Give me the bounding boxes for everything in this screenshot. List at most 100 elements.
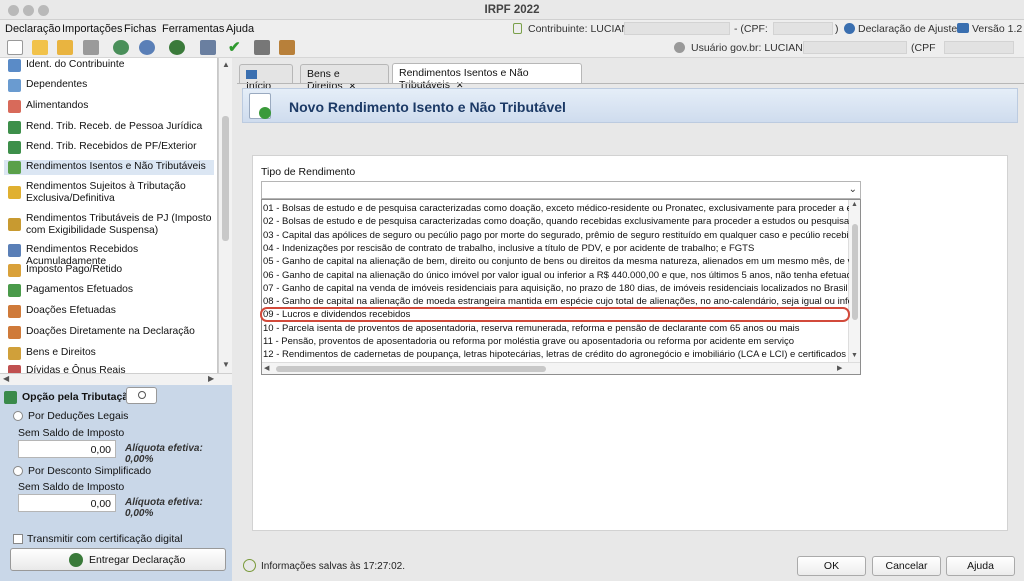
new-file-icon[interactable] [7,40,23,55]
tab-inicio[interactable]: Início [239,64,293,92]
scroll-down-arrow-icon[interactable]: ▼ [851,352,858,359]
sidebar-item[interactable]: Rendimentos Tributáveis de PJ (Imposto co… [4,212,214,238]
scroll-right-arrow-icon[interactable]: ▶ [837,364,842,372]
sidebar-item-label: Rendimentos Isentos e Não Tributáveis [26,161,206,172]
tipo-rendimento-label: Tipo de Rendimento [261,166,356,178]
tab-rendimentos-isentos[interactable]: Rendimentos Isentos e Não Tributáveis ✕ [392,63,582,91]
sidebar-item[interactable]: Ident. do Contribuinte [4,58,214,73]
declaration-type-icon [844,23,855,34]
debt-icon [8,365,21,373]
radio-deducoes[interactable] [13,411,23,421]
transmit-globe-icon [69,553,83,567]
tipo-rendimento-select[interactable]: ⌄ [261,181,861,199]
sidebar-item[interactable]: Doações Efetuadas [4,304,214,319]
menu-fichas[interactable]: Fichas [124,23,156,35]
scroll-up-arrow-icon[interactable]: ▲ [222,60,230,69]
help-book-icon[interactable] [279,40,295,55]
contribuinte-label: Contribuinte: LUCIANO [528,23,638,35]
highlight-ring [260,307,850,322]
import-icon[interactable] [113,40,129,55]
radio-simplificado[interactable] [13,466,23,476]
list-item[interactable]: 12 - Rendimentos de cadernetas de poupan… [263,348,849,361]
calculator-icon[interactable] [254,40,270,55]
tab-bens-direitos[interactable]: Bens e Direitos ✕ [300,64,389,92]
list-item[interactable]: 03 - Capital das apólices de seguro ou p… [263,229,849,242]
sidebar-item-label: Rend. Trib. Receb. de Pessoa Jurídica [26,121,203,132]
sidebar-item[interactable]: Dívidas e Ônus Reais [4,364,214,373]
sidebar-item[interactable]: Pagamentos Efetuados [4,283,214,298]
cancel-button[interactable]: Cancelar [872,556,941,576]
scroll-left-arrow-icon[interactable]: ◀ [264,364,269,372]
sidebar-item[interactable]: Imposto Pago/Retido [4,263,214,278]
sidebar-item[interactable]: Doações Diretamente na Declaração [4,325,214,340]
menu-ajuda[interactable]: Ajuda [226,23,254,35]
menu-importacoes[interactable]: Importações [62,23,123,35]
scroll-left-arrow-icon[interactable]: ◀ [3,374,9,383]
people-icon [8,79,21,92]
saldo-simplificado-label: Sem Saldo de Imposto [18,481,125,493]
list-item[interactable]: 11 - Pensão, proventos de aposentadoria … [263,335,849,348]
search-button[interactable] [126,387,157,404]
list-item[interactable]: 05 - Ganho de capital na alienação de be… [263,255,849,268]
version-label: Versão 1.2 [972,23,1023,35]
sidebar-horizontal-scrollbar[interactable]: ◀ ▶ [0,373,232,385]
list-item[interactable]: 04 - Indenizações por rescisão de contra… [263,242,849,255]
sidebar-item-label: Rend. Trib. Recebidos de PF/Exterior [26,141,197,152]
scroll-down-arrow-icon[interactable]: ▼ [222,360,230,369]
scroll-thumb[interactable] [222,116,229,241]
chevron-down-icon[interactable]: ⌄ [849,184,857,195]
help-button[interactable]: Ajuda [946,556,1015,576]
scroll-thumb[interactable] [852,224,858,320]
gift-icon [8,326,21,339]
contribuinte-name-redacted [624,22,730,35]
list-horizontal-scrollbar[interactable]: ◀ ▶ [262,362,860,374]
list-item[interactable]: 02 - Bolsas de estudo e de pesquisa cara… [263,215,849,228]
tipo-rendimento-dropdown-list[interactable]: ▲ ▼ ◀ ▶ 01 - Bolsas de estudo e de pesqu… [261,199,861,375]
list-item[interactable]: 01 - Bolsas de estudo e de pesquisa cara… [263,202,849,215]
scroll-up-arrow-icon[interactable]: ▲ [851,201,858,208]
sidebar-item-label: Doações Diretamente na Declaração [26,326,195,337]
list-vertical-scrollbar[interactable]: ▲ ▼ [848,200,860,363]
sidebar-item-label-line2: com Exigibilidade Suspensa) [26,225,159,236]
export-icon[interactable] [139,40,155,55]
doc-check-badge-icon [259,107,271,119]
sidebar-item[interactable]: Rendimentos Isentos e Não Tributáveis [4,160,214,175]
list-item[interactable]: 06 - Ganho de capital na alienação do ún… [263,269,849,282]
saldo-deducoes-label: Sem Saldo de Imposto [18,427,125,439]
sidebar-item[interactable]: Rendimentos Sujeitos à Tributação Exclusi… [4,180,214,206]
option-deducoes-label: Por Deduções Legais [28,410,129,422]
check-icon[interactable]: ✔ [228,38,241,56]
magnifier-icon [138,391,146,399]
print-icon[interactable] [200,40,216,55]
transmit-icon[interactable] [169,40,185,55]
home-icon [246,69,257,79]
family-icon [8,100,21,113]
warning-doc-icon [8,186,21,199]
transmitir-checkbox[interactable] [13,534,23,544]
sidebar-item[interactable]: Rendimentos Recebidos Acumuladamente [4,243,214,267]
menu-declaracao[interactable]: Declaração [5,23,61,35]
sidebar-item[interactable]: Bens e Direitos [4,346,214,361]
scroll-right-arrow-icon[interactable]: ▶ [208,374,214,383]
ok-button[interactable]: OK [797,556,866,576]
saved-icon [243,559,256,572]
sidebar-item[interactable]: Alimentandos [4,99,214,114]
sidebar-item-label: Doações Efetuadas [26,305,116,316]
menu-ferramentas[interactable]: Ferramentas [162,23,224,35]
list-item[interactable]: 10 - Parcela isenta de proventos de apos… [263,322,849,335]
open-folder-icon[interactable] [32,40,48,55]
folder-icon[interactable] [57,40,73,55]
sidebar-item[interactable]: Dependentes [4,78,214,93]
sidebar-item[interactable]: Rend. Trib. Receb. de Pessoa Jurídica [4,120,214,135]
sidebar-item-label: Ident. do Contribuinte [26,59,125,70]
scroll-thumb[interactable] [276,366,546,372]
entregar-declaracao-button[interactable]: Entregar Declaração [10,548,226,571]
sidebar-item[interactable]: Rend. Trib. Recebidos de PF/Exterior [4,140,214,155]
govbr-name-redacted [803,41,907,54]
window-title: IRPF 2022 [484,4,540,16]
cpf-close: ) [835,23,839,35]
list-item[interactable]: 07 - Ganho de capital na venda de imóvei… [263,282,849,295]
tab-content-border [237,83,1024,84]
trash-icon[interactable] [83,40,99,55]
sidebar-vertical-scrollbar[interactable]: ▲ ▼ [218,58,232,373]
